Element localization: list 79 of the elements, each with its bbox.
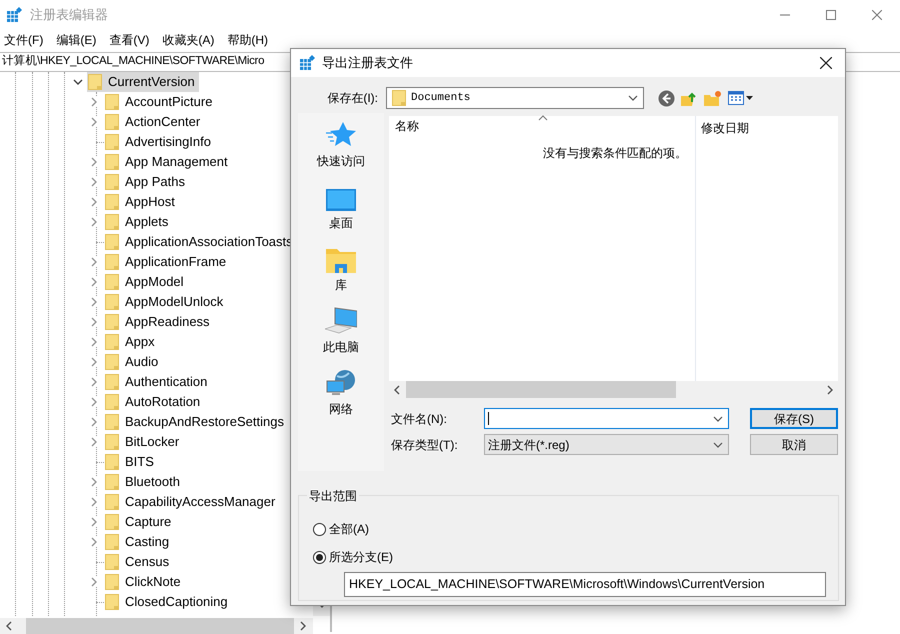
folder-icon [105,154,119,170]
folder-icon [105,394,119,410]
group-title: 导出范围 [307,487,359,505]
menu-item[interactable]: 查看(V) [109,31,150,49]
folder-icon [105,194,119,210]
folder-icon [105,434,119,450]
folder-icon [105,594,119,610]
view-menu-button[interactable] [728,91,753,105]
menu-item[interactable]: 文件(F) [4,31,44,49]
chevron-down-icon [713,442,723,448]
new-folder-icon[interactable] [704,90,722,106]
dialog-title: 导出注册表文件 [322,54,413,72]
empty-message: 没有与搜索条件匹配的项。 [543,145,687,162]
close-icon [820,57,832,69]
file-name-field[interactable] [484,408,729,429]
computer-icon [325,307,357,335]
folder-icon [105,174,119,190]
place-item[interactable]: 此电脑 [323,305,359,367]
registry-icon [6,7,22,23]
field-label: 文件名(N): [390,410,448,428]
view-icon [728,91,744,105]
folder-icon [105,334,119,350]
close-icon [872,10,882,20]
place-item[interactable]: 网络 [326,367,356,429]
folder-icon [105,114,119,130]
folder-icon [105,294,119,310]
registry-icon [299,55,315,71]
folder-icon [105,354,119,370]
folder-icon [105,374,119,390]
window-title: 注册表编辑器 [30,6,108,24]
radio-button[interactable] [313,522,326,536]
tree-item[interactable]: CurrentVersion [87,72,199,92]
column-header[interactable]: 名称 [389,117,695,135]
chevron-right-icon[interactable] [91,577,98,587]
scrollbar[interactable] [0,618,313,634]
location-dropdown[interactable]: Documents [386,87,644,109]
menu-item[interactable]: 编辑(E) [56,31,96,49]
folder-icon [105,314,119,330]
star-icon [326,121,356,149]
maximize-icon [826,10,836,20]
dialog-button[interactable]: 取消 [750,434,838,455]
folder-icon [105,234,119,250]
folder-icon [326,247,356,273]
chevron-down-icon [713,416,723,422]
radio-button[interactable] [313,550,326,564]
folder-icon [392,90,406,106]
folder-icon [88,74,102,90]
folder-icon [105,494,119,510]
branch-path-field[interactable]: HKEY_LOCAL_MACHINE\SOFTWARE\Microsoft\Windows\CurrentVersion [344,572,826,597]
dialog-button[interactable]: 保存(S) [750,408,838,429]
folder-icon [105,514,119,530]
folder-icon [105,214,119,230]
address-bar[interactable]: 计算机\HKEY_LOCAL_MACHINE\SOFTWARE\Micro [0,52,289,72]
chevron-down-icon[interactable] [73,78,83,86]
network-icon [326,369,356,397]
place-item[interactable]: 快速访问 [317,119,365,181]
monitor-icon [326,189,356,211]
menu-item[interactable]: 帮助(H) [227,31,268,49]
back-icon[interactable] [658,90,675,106]
folder-icon [105,414,119,430]
folder-icon [105,134,119,150]
folder-icon [105,274,119,290]
folder-icon [105,474,119,490]
folder-icon [105,254,119,270]
place-item[interactable]: 桌面 [326,181,356,243]
folder-icon [105,534,119,550]
file-type-dropdown[interactable]: 注册文件(*.reg) [484,434,729,455]
chevron-down-icon [628,95,638,101]
caret-icon [746,96,753,100]
field-label: 保存在(I): [326,90,379,107]
field-label: 保存类型(T): [390,436,459,454]
place-item[interactable]: 库 [326,243,356,305]
menu-item[interactable]: 收藏夹(A) [162,31,214,49]
folder-icon [105,574,119,590]
radio-label[interactable]: 所选分支(E) [329,548,393,566]
radio-label[interactable]: 全部(A) [329,520,369,538]
folder-icon [105,454,119,470]
folder-icon [105,94,119,110]
folder-icon [105,554,119,570]
